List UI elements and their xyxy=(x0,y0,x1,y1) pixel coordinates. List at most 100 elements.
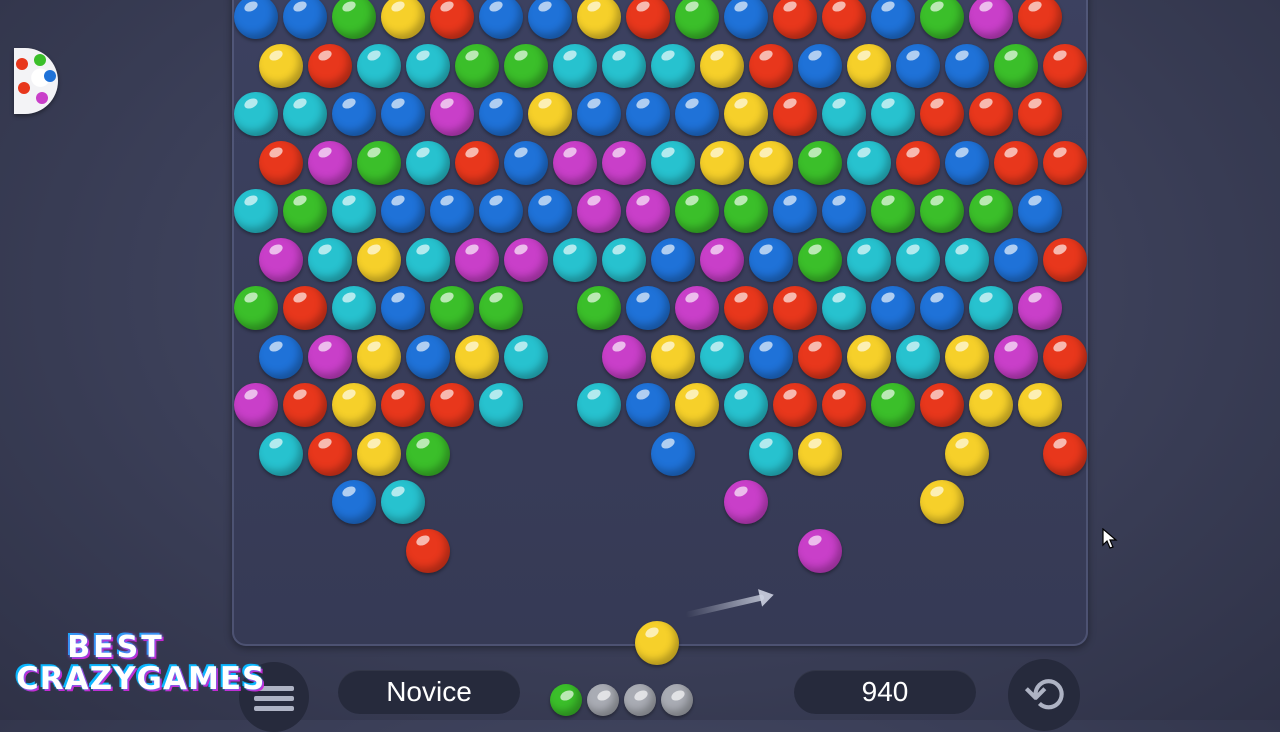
bubble xyxy=(577,189,621,233)
score-value: 940 xyxy=(861,676,909,707)
bubble xyxy=(577,383,621,427)
bubble xyxy=(773,92,817,136)
bubble xyxy=(944,334,989,379)
bubble xyxy=(675,189,719,233)
bubble xyxy=(283,286,327,330)
bubble xyxy=(626,286,670,330)
undo-button[interactable]: ⟲ xyxy=(1008,659,1080,731)
bubble xyxy=(650,431,695,476)
bubble xyxy=(650,140,695,185)
mouse-cursor-icon xyxy=(1102,528,1118,549)
bubble xyxy=(871,286,915,330)
bubble xyxy=(993,334,1038,379)
bubble xyxy=(797,528,842,573)
bubble xyxy=(307,43,352,88)
bubble xyxy=(748,431,793,476)
bubble xyxy=(405,431,450,476)
bubble xyxy=(381,189,425,233)
bubble xyxy=(332,92,376,136)
bubble xyxy=(601,334,646,379)
bubble xyxy=(724,383,768,427)
bubble xyxy=(258,431,303,476)
bubble xyxy=(920,286,964,330)
bubble xyxy=(969,286,1013,330)
bubble xyxy=(1042,43,1087,88)
bubble xyxy=(479,383,523,427)
hamburger-menu-icon-bar xyxy=(254,706,294,711)
bubble xyxy=(944,43,989,88)
bubble xyxy=(822,189,866,233)
bubble xyxy=(528,189,572,233)
bubble xyxy=(699,140,744,185)
bubble xyxy=(846,237,891,282)
queue-bubble xyxy=(661,684,693,716)
bubble xyxy=(920,383,964,427)
bubble xyxy=(748,237,793,282)
bubble xyxy=(871,383,915,427)
bubble xyxy=(454,140,499,185)
bubble xyxy=(601,237,646,282)
bubble xyxy=(944,237,989,282)
bubble xyxy=(969,92,1013,136)
bubble xyxy=(626,383,670,427)
candy-dot xyxy=(16,58,28,70)
bubble xyxy=(454,43,499,88)
bubble xyxy=(405,237,450,282)
candy-dot xyxy=(34,54,46,66)
bubble xyxy=(283,189,327,233)
bubble xyxy=(969,383,1013,427)
bubble xyxy=(969,189,1013,233)
bubble xyxy=(503,140,548,185)
bubble xyxy=(430,92,474,136)
bubble xyxy=(405,528,450,573)
bubble xyxy=(258,334,303,379)
candy-dot xyxy=(44,70,56,82)
bubble xyxy=(234,189,278,233)
bubble xyxy=(675,92,719,136)
bubble xyxy=(332,383,376,427)
bubble xyxy=(552,237,597,282)
bubble xyxy=(283,383,327,427)
bubble xyxy=(993,43,1038,88)
bubble xyxy=(773,189,817,233)
bubble xyxy=(724,286,768,330)
bubble xyxy=(430,383,474,427)
bubble xyxy=(479,92,523,136)
bubble xyxy=(356,43,401,88)
bubble xyxy=(405,334,450,379)
bubble xyxy=(822,92,866,136)
bubble xyxy=(552,43,597,88)
bubble xyxy=(454,334,499,379)
bubble xyxy=(773,286,817,330)
bubble xyxy=(920,189,964,233)
candy-badge[interactable] xyxy=(14,48,58,114)
logo-line1: BEST xyxy=(67,630,165,665)
bubble xyxy=(650,43,695,88)
bubble xyxy=(895,43,940,88)
bubble xyxy=(822,286,866,330)
bubble xyxy=(234,92,278,136)
bubble xyxy=(724,480,768,524)
shooter-bubble[interactable] xyxy=(635,621,679,665)
bubble xyxy=(356,140,401,185)
bubble xyxy=(332,286,376,330)
bubble xyxy=(699,43,744,88)
bubble xyxy=(503,334,548,379)
bubble xyxy=(307,237,352,282)
bubble xyxy=(528,92,572,136)
bubble xyxy=(699,334,744,379)
queue-bubble xyxy=(624,684,656,716)
bubble xyxy=(307,140,352,185)
bubble xyxy=(601,140,646,185)
bubble xyxy=(797,140,842,185)
bubble xyxy=(356,237,401,282)
bubble xyxy=(503,43,548,88)
bubble xyxy=(258,237,303,282)
bubble xyxy=(993,140,1038,185)
bubble xyxy=(381,92,425,136)
bubble xyxy=(626,92,670,136)
bubble xyxy=(1042,140,1087,185)
bubble xyxy=(1018,383,1062,427)
bubble xyxy=(601,43,646,88)
bubble xyxy=(405,43,450,88)
